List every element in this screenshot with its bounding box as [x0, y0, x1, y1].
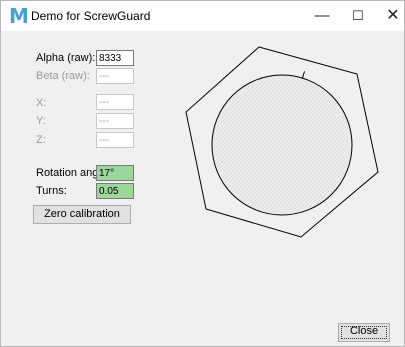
x-label: X:	[36, 97, 47, 109]
y-field[interactable]: ---	[96, 113, 134, 129]
y-label: Y:	[36, 115, 46, 127]
turns-field: 0.05	[96, 183, 134, 199]
app-window: M Demo for ScrewGuard — ☐ ✕ Alpha (raw):…	[0, 0, 405, 347]
alpha-label: Alpha (raw):	[36, 52, 96, 64]
turns-label: Turns:	[36, 185, 67, 197]
screw-dial	[185, 46, 379, 238]
title-bar[interactable]: M Demo for ScrewGuard — ☐ ✕	[1, 1, 404, 31]
close-window-button[interactable]: ✕	[374, 1, 404, 31]
x-field[interactable]: ---	[96, 94, 134, 110]
close-button[interactable]: Close	[338, 323, 390, 342]
z-field[interactable]: ---	[96, 132, 134, 148]
alpha-field[interactable]: 8333	[96, 50, 134, 66]
screw-head-circle	[211, 74, 353, 216]
close-button-label: Close	[349, 325, 379, 337]
rotation-angle-field: 17°	[96, 165, 134, 181]
z-label: Z:	[36, 134, 46, 146]
window-title: Demo for ScrewGuard	[31, 9, 151, 23]
maximize-button[interactable]: ☐	[339, 1, 377, 31]
app-logo-icon: M	[9, 4, 29, 28]
beta-field[interactable]: ---	[96, 68, 134, 84]
zero-calibration-button[interactable]: Zero calibration	[33, 205, 131, 224]
rotation-marker	[301, 71, 305, 79]
minimize-button[interactable]: —	[303, 1, 341, 31]
beta-label: Beta (raw):	[36, 70, 90, 82]
